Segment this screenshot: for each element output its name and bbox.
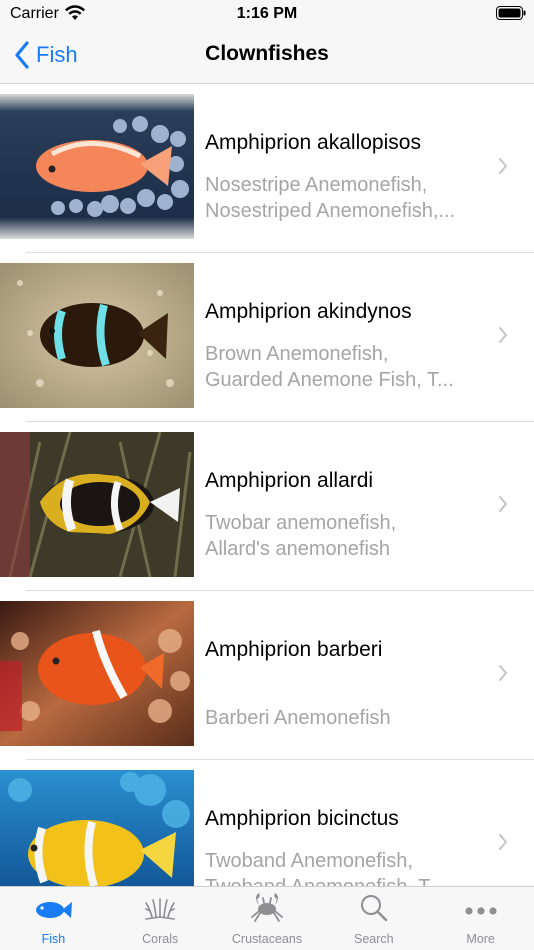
fish-photo: [0, 770, 194, 886]
common-names-line: Nosestripe Anemonefish,: [205, 174, 428, 196]
species-list: Amphiprion akallopisos Nosestripe Anemon…: [0, 84, 534, 886]
species-name: Amphiprion akallopisos: [205, 131, 421, 154]
common-names-line: Barberi Anemonefish: [205, 707, 391, 729]
common-names-line: Allard's anemonefish: [205, 538, 391, 560]
navigation-bar: Fish Clownfishes: [0, 30, 534, 84]
chevron-right-icon: [499, 327, 507, 343]
status-bar: Carrier 1:16 PM: [0, 0, 534, 30]
species-name: Amphiprion akindynos: [205, 300, 412, 323]
tab-label: More: [466, 932, 495, 946]
list-item[interactable]: Amphiprion akindynos Brown Anemonefish, …: [0, 253, 534, 422]
tab-label: Fish: [41, 932, 66, 946]
tab-crustaceans[interactable]: Crustaceans: [214, 887, 321, 950]
search-icon: [360, 895, 387, 922]
common-names-line: Twobar anemonefish,: [205, 512, 397, 534]
common-names-line: Nosestriped Anemonefish,...: [205, 200, 456, 222]
common-names: Barberi Anemonefish: [205, 679, 490, 731]
species-name: Amphiprion allardi: [205, 469, 374, 492]
crab-icon: [251, 893, 283, 922]
list-item[interactable]: Amphiprion bicinctus Twoband Anemonefish…: [0, 760, 534, 886]
list-item[interactable]: Amphiprion allardi Twobar anemonefish, A…: [0, 422, 534, 591]
chevron-right-icon: [499, 665, 507, 681]
chevron-right-icon: [499, 496, 507, 512]
common-names-line: Brown Anemonefish,: [205, 343, 389, 365]
tab-more[interactable]: More: [427, 887, 534, 950]
tab-corals[interactable]: Corals: [107, 887, 214, 950]
fish-photo: [0, 432, 194, 577]
common-names: Brown Anemonefish, Guarded Anemone Fish,…: [205, 341, 490, 393]
tab-search[interactable]: Search: [320, 887, 427, 950]
common-names-line: [205, 679, 490, 705]
chevron-right-icon: [499, 158, 507, 174]
species-name: Amphiprion barberi: [205, 638, 383, 661]
common-names: Nosestripe Anemonefish, Nosestriped Anem…: [205, 172, 490, 224]
fish-photo: [0, 263, 194, 408]
chevron-right-icon: [499, 834, 507, 850]
common-names: Twoband Anemonefish, Twoband Anemonefish…: [205, 848, 490, 886]
coral-icon: [145, 898, 175, 920]
tab-label: Crustaceans: [231, 932, 303, 946]
common-names-line: Twoband Anemonefish, T...: [205, 874, 490, 886]
common-names-line: Twoband Anemonefish,: [205, 850, 413, 872]
common-names-line: Guarded Anemone Fish, T...: [205, 369, 454, 391]
tab-bar: Fish Corals Crustaceans Search More: [0, 886, 534, 950]
tab-fish[interactable]: Fish: [0, 887, 107, 950]
common-names: Twobar anemonefish, Allard's anemonefish: [205, 510, 490, 562]
battery-icon: [496, 6, 526, 20]
tab-label: Corals: [142, 932, 179, 946]
list-item[interactable]: Amphiprion akallopisos Nosestripe Anemon…: [0, 84, 534, 253]
list-item[interactable]: Amphiprion barberi Barberi Anemonefish: [0, 591, 534, 760]
species-name: Amphiprion bicinctus: [205, 807, 399, 830]
more-icon: [464, 907, 497, 915]
page-title: Clownfishes: [205, 42, 329, 65]
clock: 1:16 PM: [236, 5, 298, 22]
fish-icon: [36, 902, 73, 918]
fish-photo: [0, 601, 194, 746]
fish-photo: [0, 94, 194, 239]
tab-label: Search: [353, 932, 394, 946]
